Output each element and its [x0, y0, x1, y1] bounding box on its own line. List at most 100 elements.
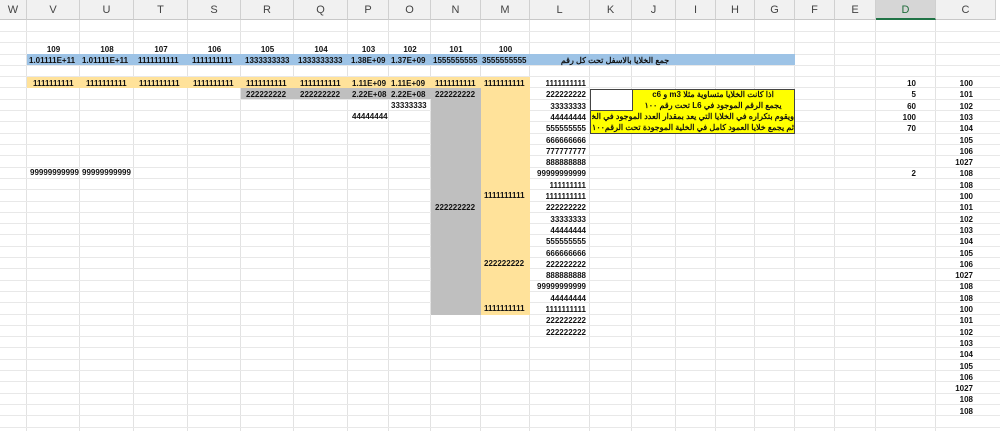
- column-c-cell: 105: [959, 362, 973, 371]
- sum-q: 1333333333: [298, 56, 343, 65]
- column-header-h[interactable]: H: [716, 0, 755, 20]
- column-c-cell: 105: [959, 249, 973, 258]
- column-d-cell: 5: [911, 90, 916, 99]
- column-header-j[interactable]: J: [632, 0, 676, 20]
- colnum-q: 104: [314, 45, 328, 54]
- grid-hline: [0, 404, 1000, 405]
- cell-m21: 1111111111: [484, 304, 525, 313]
- grid-hline: [0, 336, 1000, 337]
- colnum-m: 100: [498, 45, 513, 54]
- column-c-cell: 103: [959, 339, 973, 348]
- column-header-f[interactable]: F: [795, 0, 835, 20]
- column-header-p[interactable]: P: [348, 0, 389, 20]
- column-header-c[interactable]: C: [936, 0, 996, 20]
- column-d-cell: 2: [911, 169, 916, 178]
- cell-q2: 222222222: [300, 90, 341, 99]
- sum-s: 1111111111: [192, 56, 233, 65]
- grid-hline: [0, 42, 1000, 43]
- sum-n: 1555555555: [433, 56, 478, 65]
- cell-n: 1111111111: [435, 79, 476, 88]
- column-c-cell: 101: [959, 90, 973, 99]
- spreadsheet-grid[interactable]: WVUTSRQPONMLKJIHGFEDC 109 108 107 106 10…: [0, 0, 1000, 431]
- column-c-cell: 102: [959, 328, 973, 337]
- column-header-m[interactable]: M: [481, 0, 530, 20]
- colnum-u: 108: [100, 45, 114, 54]
- column-header-k[interactable]: K: [590, 0, 632, 20]
- cell-u: 1111111111: [86, 79, 127, 88]
- column-l-cell: 44444444: [550, 113, 586, 122]
- colnum-t: 107: [154, 45, 168, 54]
- cell-m11: 1111111111: [484, 191, 525, 200]
- note-line-1: اذا كانت الخلايا متساوية مثلا m3 و c6: [652, 90, 774, 99]
- column-l-cell: 44444444: [550, 294, 586, 303]
- colnum-n: 101: [449, 45, 463, 54]
- cell-o2: 2.22E+08: [391, 90, 426, 99]
- column-c-cell: 106: [959, 260, 973, 269]
- column-c-cell: 101: [959, 316, 973, 325]
- column-l-cell: 666666666: [545, 136, 586, 145]
- column-c-cell: 1027: [955, 384, 973, 393]
- column-l-cell: 555555555: [545, 237, 586, 246]
- column-l-cell: 666666666: [545, 249, 586, 258]
- column-header-d[interactable]: D: [876, 0, 936, 20]
- cell-v9: 99999999999: [30, 168, 79, 177]
- column-l-cell: 555555555: [545, 124, 586, 133]
- grid-hline: [0, 325, 1000, 326]
- column-c-cell: 104: [959, 124, 973, 133]
- cell-r2: 222222222: [246, 90, 287, 99]
- grid-hline: [0, 427, 1000, 428]
- column-c-cell: 100: [959, 305, 973, 314]
- column-c-cell: 108: [959, 181, 973, 190]
- cell-s: 1111111111: [193, 79, 234, 88]
- column-c-cell: 106: [959, 373, 973, 382]
- column-l-cell: 1111111111: [545, 305, 586, 314]
- sum-m: 3555555555: [482, 56, 527, 65]
- column-l-cell: 99999999999: [537, 282, 586, 291]
- column-c-cell: 100: [959, 79, 973, 88]
- grid-hline: [0, 415, 1000, 416]
- column-header-i[interactable]: I: [676, 0, 716, 20]
- column-l-cell: 1111111111: [545, 192, 586, 201]
- column-header-g[interactable]: G: [755, 0, 795, 20]
- column-header-n[interactable]: N: [431, 0, 481, 20]
- column-l-cell: 222222222: [545, 316, 586, 325]
- grid-hline: [0, 381, 1000, 382]
- column-d-cell: 100: [902, 113, 916, 122]
- column-c-cell: 101: [959, 203, 973, 212]
- grid-hline: [0, 370, 1000, 371]
- cell-p2: 2.22E+08: [352, 90, 387, 99]
- cell-p: 1.11E+09: [352, 79, 387, 88]
- column-l-cell: 111111111: [549, 181, 586, 190]
- column-l-cell: 777777777: [545, 147, 586, 156]
- colnum-o: 102: [403, 45, 417, 54]
- column-header-w[interactable]: W: [0, 0, 27, 20]
- column-header-r[interactable]: R: [241, 0, 294, 20]
- cell-u9: 99999999999: [82, 168, 131, 177]
- column-l-cell: 33333333: [550, 215, 586, 224]
- column-header-v[interactable]: V: [27, 0, 80, 20]
- cell-t: 1111111111: [139, 79, 180, 88]
- column-header-l[interactable]: L: [530, 0, 590, 20]
- cell-o3: 33333333: [391, 101, 427, 110]
- sum-p: 1.38E+09: [351, 56, 386, 65]
- column-d-cell: 60: [907, 102, 916, 111]
- sum-u: 1.01111E+11: [82, 56, 129, 65]
- column-header-t[interactable]: T: [134, 0, 188, 20]
- column-l-cell: 222222222: [545, 260, 586, 269]
- column-header-u[interactable]: U: [80, 0, 134, 20]
- column-header-e[interactable]: E: [835, 0, 876, 20]
- column-header-s[interactable]: S: [188, 0, 241, 20]
- column-c-cell: 108: [959, 395, 973, 404]
- cell-o: 1.11E+09: [391, 79, 426, 88]
- column-l-cell: 222222222: [545, 328, 586, 337]
- column-header-q[interactable]: Q: [294, 0, 348, 20]
- column-header-o[interactable]: O: [389, 0, 431, 20]
- column-c-cell: 103: [959, 226, 973, 235]
- grid-hline: [0, 347, 1000, 348]
- column-l-cell: 222222222: [545, 203, 586, 212]
- sum-t: 1111111111: [138, 56, 179, 65]
- column-c-cell: 103: [959, 113, 973, 122]
- column-c-cell: 104: [959, 350, 973, 359]
- sum-title: جمع الخلايا بالاسفل تحت كل رقم: [560, 56, 670, 65]
- column-l-cell: 44444444: [550, 226, 586, 235]
